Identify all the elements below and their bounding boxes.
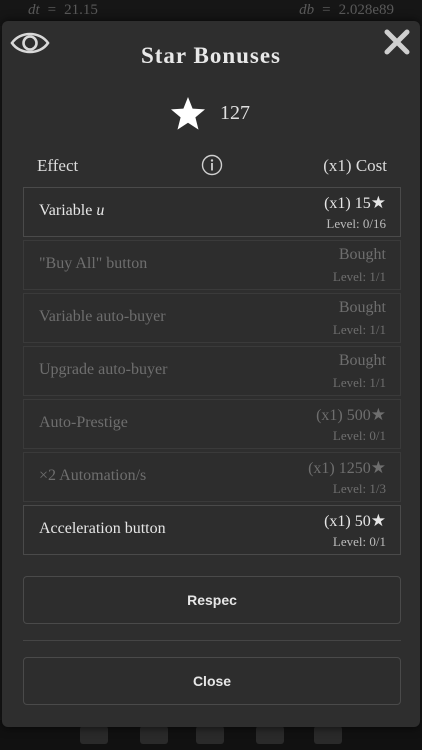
star-icon: ★ xyxy=(370,405,386,424)
star-icon xyxy=(171,97,205,130)
db-equals: = xyxy=(322,2,331,18)
bg-nav-icon xyxy=(196,726,224,744)
star-icon: ★ xyxy=(370,511,386,530)
bonus-item-upgrade-auto-buyer[interactable]: Upgrade auto-buyer Bought Level: 1/1 xyxy=(23,346,401,396)
db-label: db xyxy=(299,2,315,18)
item-name: Variable auto-buyer xyxy=(39,308,166,325)
item-cost: (x1) 50★ xyxy=(324,511,386,530)
bonus-item-variable-auto-buyer[interactable]: Variable auto-buyer Bought Level: 1/1 xyxy=(23,293,401,343)
db-stat: db = 2.028e89 xyxy=(299,2,394,19)
item-level: Level: 1/1 xyxy=(332,375,386,390)
bonus-item-x2-automation[interactable]: ×2 Automation/s (x1) 1250★ Level: 1/3 xyxy=(23,452,401,502)
item-name: "Buy All" button xyxy=(39,255,148,272)
item-name: Upgrade auto-buyer xyxy=(39,361,168,378)
item-name: Auto-Prestige xyxy=(39,414,128,431)
item-level: Level: 0/1 xyxy=(332,534,386,549)
list-header: Effect (x1) Cost xyxy=(23,154,387,178)
item-level: Level: 0/1 xyxy=(332,428,386,443)
bg-nav-icon xyxy=(140,726,168,744)
star-count: 127 xyxy=(220,102,250,124)
item-cost: Bought xyxy=(338,352,386,369)
respec-button[interactable]: Respec xyxy=(23,576,401,624)
dt-stat: dt = 21.15 xyxy=(28,2,98,19)
dt-equals: = xyxy=(47,2,57,18)
item-cost: (x1) 1250★ xyxy=(308,458,386,477)
db-value: 2.028e89 xyxy=(338,2,394,18)
item-cost: Bought xyxy=(338,246,386,263)
bonus-item-acceleration-button[interactable]: Acceleration button (x1) 50★ Level: 0/1 xyxy=(23,505,401,555)
star-bonuses-modal: Star Bonuses 127 Effect (x1) Cost Variab… xyxy=(2,21,420,727)
item-name: Acceleration button xyxy=(39,520,166,537)
item-name: Variable u xyxy=(39,202,105,219)
dt-label: dt xyxy=(28,2,40,18)
item-level: Level: 1/1 xyxy=(332,269,386,284)
bonus-item-buy-all-button[interactable]: "Buy All" button Bought Level: 1/1 xyxy=(23,240,401,290)
bonus-item-variable-u[interactable]: Variable u (x1) 15★ Level: 0/16 xyxy=(23,187,401,237)
item-cost: Bought xyxy=(338,299,386,316)
item-level: Level: 0/16 xyxy=(326,216,386,231)
dt-value: 21.15 xyxy=(64,2,98,18)
star-balance: 127 xyxy=(2,96,420,132)
star-icon: ★ xyxy=(370,193,386,212)
header-effect: Effect xyxy=(37,156,79,175)
modal-title: Star Bonuses xyxy=(140,43,282,68)
divider xyxy=(23,640,401,641)
item-level: Level: 1/1 xyxy=(332,322,386,337)
bonus-list: Variable u (x1) 15★ Level: 0/16 "Buy All… xyxy=(23,187,401,558)
bg-nav-icon xyxy=(80,726,108,744)
info-icon[interactable] xyxy=(201,154,223,176)
item-cost: (x1) 500★ xyxy=(316,405,386,424)
item-level: Level: 1/3 xyxy=(332,481,386,496)
bg-nav-icon xyxy=(256,726,284,744)
item-name: ×2 Automation/s xyxy=(39,467,147,484)
close-button[interactable]: Close xyxy=(23,657,401,705)
bonus-item-auto-prestige[interactable]: Auto-Prestige (x1) 500★ Level: 0/1 xyxy=(23,399,401,449)
header-cost: (x1) Cost xyxy=(323,156,387,175)
item-cost: (x1) 15★ xyxy=(324,193,386,212)
bg-nav-icon xyxy=(314,726,342,744)
star-icon: ★ xyxy=(370,458,386,477)
